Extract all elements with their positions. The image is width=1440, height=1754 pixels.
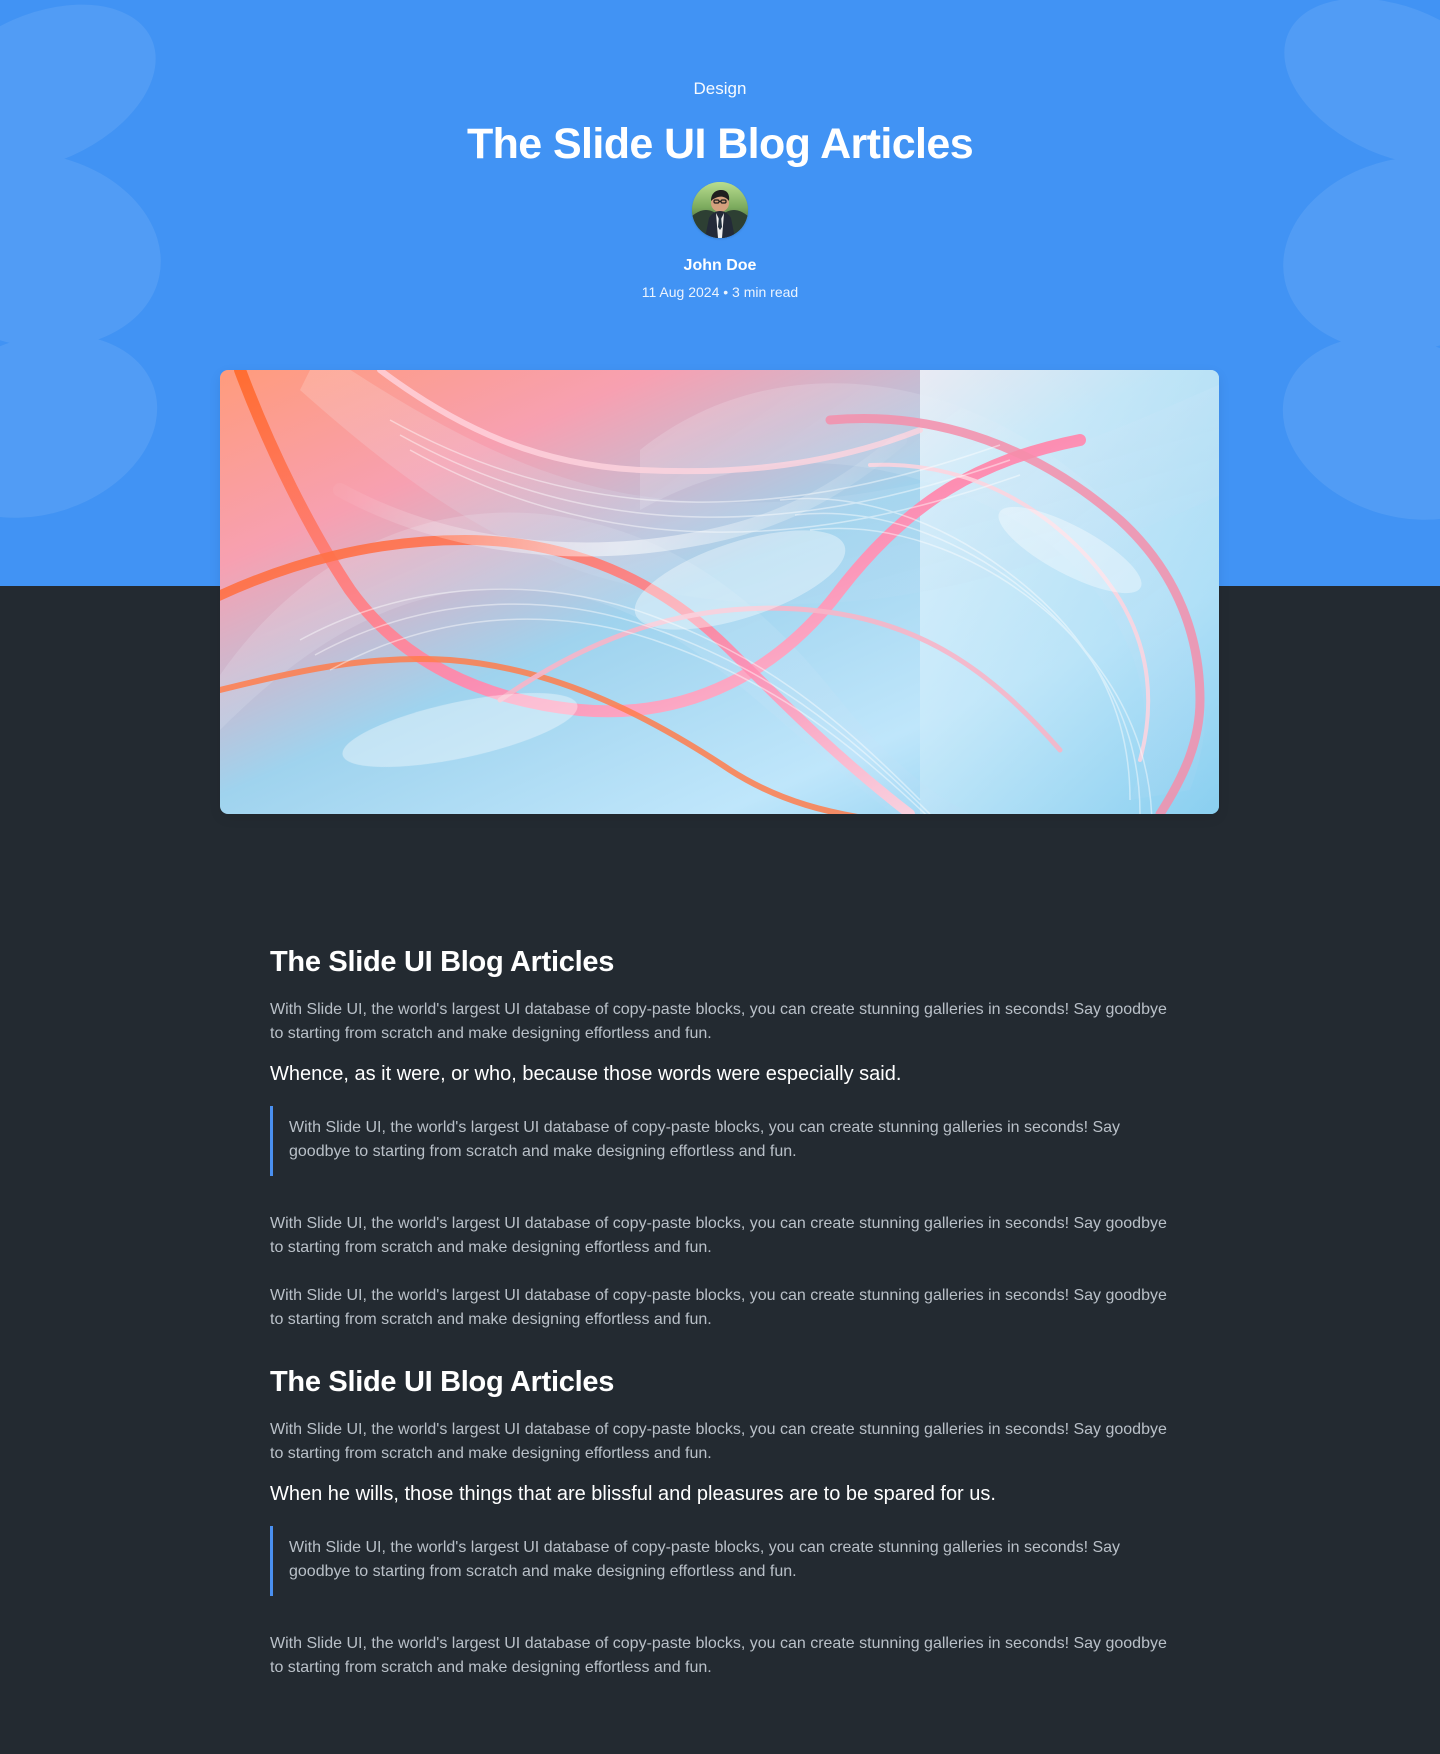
section-1-paragraph: With Slide UI, the world's largest UI da… — [270, 1001, 1167, 1042]
article-category: Design — [693, 79, 747, 98]
section-2-paragraph: With Slide UI, the world's largest UI da… — [270, 1421, 1167, 1462]
featured-image — [220, 370, 1219, 814]
section-1-quote-text: With Slide UI, the world's largest UI da… — [289, 1119, 1121, 1160]
section-2-subheading: When he wills, those things that are bli… — [270, 1483, 996, 1505]
author-portrait-icon — [692, 182, 748, 238]
section-1-paragraph-3: With Slide UI, the world's largest UI da… — [270, 1287, 1167, 1328]
author-avatar — [692, 182, 748, 238]
section-title-2: The Slide UI Blog Articles — [270, 1366, 615, 1398]
section-1-quote: With Slide UI, the world's largest UI da… — [270, 1106, 1170, 1176]
section-title-1: The Slide UI Blog Articles — [270, 946, 615, 978]
section-1-subheading: Whence, as it were, or who, because thos… — [270, 1063, 902, 1085]
section-2-quote-text: With Slide UI, the world's largest UI da… — [289, 1539, 1121, 1580]
section-2-quote: With Slide UI, the world's largest UI da… — [270, 1526, 1170, 1596]
article-meta: 11 Aug 2024 • 3 min read — [641, 284, 799, 300]
article-content: The Slide UI Blog Articles With Slide UI… — [270, 944, 1170, 1680]
author-name: John Doe — [683, 257, 757, 274]
abstract-glass-art-icon — [220, 370, 1219, 814]
hero-content: Design The Slide UI Blog Articles John D… — [0, 78, 1440, 301]
section-2-paragraph-2: With Slide UI, the world's largest UI da… — [270, 1635, 1167, 1676]
section-1-paragraph-2: With Slide UI, the world's largest UI da… — [270, 1215, 1167, 1256]
article-title: The Slide UI Blog Articles — [466, 120, 974, 168]
